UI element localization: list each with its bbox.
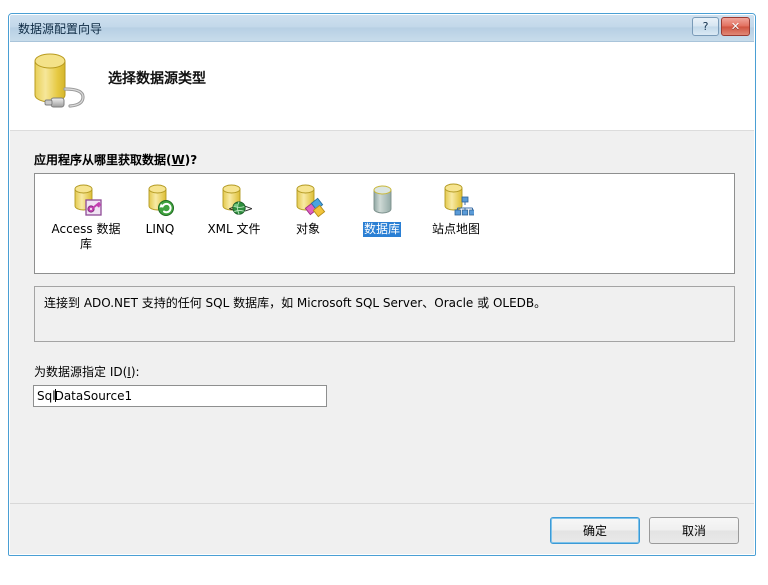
datasource-id-label-suffix: ): (130, 365, 140, 379)
dialog-body: 应用程序从哪里获取数据(W)? Access 数据库 LINQ XML 文件 对… (10, 131, 754, 503)
dialog-footer: 确定 取消 (10, 503, 754, 554)
database-plug-icon (24, 49, 94, 111)
title-bar[interactable]: 数据源配置向导 ? ✕ (10, 15, 754, 42)
dialog-header: 选择数据源类型 (10, 42, 754, 131)
source-item-object[interactable]: 对象 (271, 182, 345, 237)
object-icon (290, 182, 326, 218)
xml-file-icon: < > (216, 182, 253, 218)
database-icon (364, 182, 400, 218)
data-source-type-list-items: Access 数据库 LINQ XML 文件 对象 数据库 站点地图 (35, 174, 734, 252)
sitemap-icon (438, 182, 476, 218)
source-prompt-suffix: )? (184, 153, 198, 167)
access-database-icon (68, 182, 104, 218)
window-title: 数据源配置向导 (18, 22, 103, 36)
source-item-label: XML 文件 (207, 222, 261, 236)
source-item-linq[interactable]: LINQ (123, 182, 197, 237)
page-title: 选择数据源类型 (108, 71, 206, 87)
source-item-database[interactable]: 数据库 (345, 182, 419, 237)
window-controls: ? ✕ (692, 17, 750, 36)
ok-button[interactable]: 确定 (550, 517, 640, 544)
source-item-label: 数据库 (362, 222, 401, 237)
datasource-id-value-before-caret: Sql (37, 389, 56, 403)
close-button[interactable]: ✕ (721, 17, 750, 36)
linq-icon (142, 182, 178, 218)
source-prompt-label: 应用程序从哪里获取数据(W)? (34, 151, 197, 168)
datasource-id-label: 为数据源指定 ID(I): (34, 363, 140, 380)
description-panel: 连接到 ADO.NET 支持的任何 SQL 数据库，如 Microsoft SQ… (34, 286, 735, 342)
source-item-sitemap[interactable]: 站点地图 (419, 182, 493, 237)
cancel-button[interactable]: 取消 (649, 517, 739, 544)
dialog-window: 数据源配置向导 ? ✕ 选择数据源类型 应用程序从哪里获取数据(W)? Acce… (8, 13, 756, 556)
description-text: 连接到 ADO.NET 支持的任何 SQL 数据库，如 Microsoft SQ… (44, 296, 547, 310)
source-item-label: Access 数据库 (51, 222, 121, 251)
source-item-label: 站点地图 (431, 222, 480, 236)
source-item-label: LINQ (145, 222, 175, 236)
source-prompt-prefix: 应用程序从哪里获取数据( (34, 153, 172, 167)
data-source-type-list[interactable]: Access 数据库 LINQ XML 文件 对象 数据库 站点地图 (34, 173, 735, 274)
source-prompt-accel: W (171, 153, 185, 167)
source-item-xml-file[interactable]: < > XML 文件 (197, 182, 271, 237)
datasource-id-input[interactable]: SqlDataSource1 (33, 385, 327, 407)
datasource-id-value-after-caret: DataSource1 (54, 389, 133, 403)
help-button[interactable]: ? (692, 17, 719, 36)
source-item-label: 对象 (295, 222, 320, 236)
dialog-window-inner: 数据源配置向导 ? ✕ 选择数据源类型 应用程序从哪里获取数据(W)? Acce… (9, 14, 755, 555)
source-item-access-database[interactable]: Access 数据库 (49, 182, 123, 252)
datasource-id-label-prefix: 为数据源指定 ID( (34, 365, 128, 379)
